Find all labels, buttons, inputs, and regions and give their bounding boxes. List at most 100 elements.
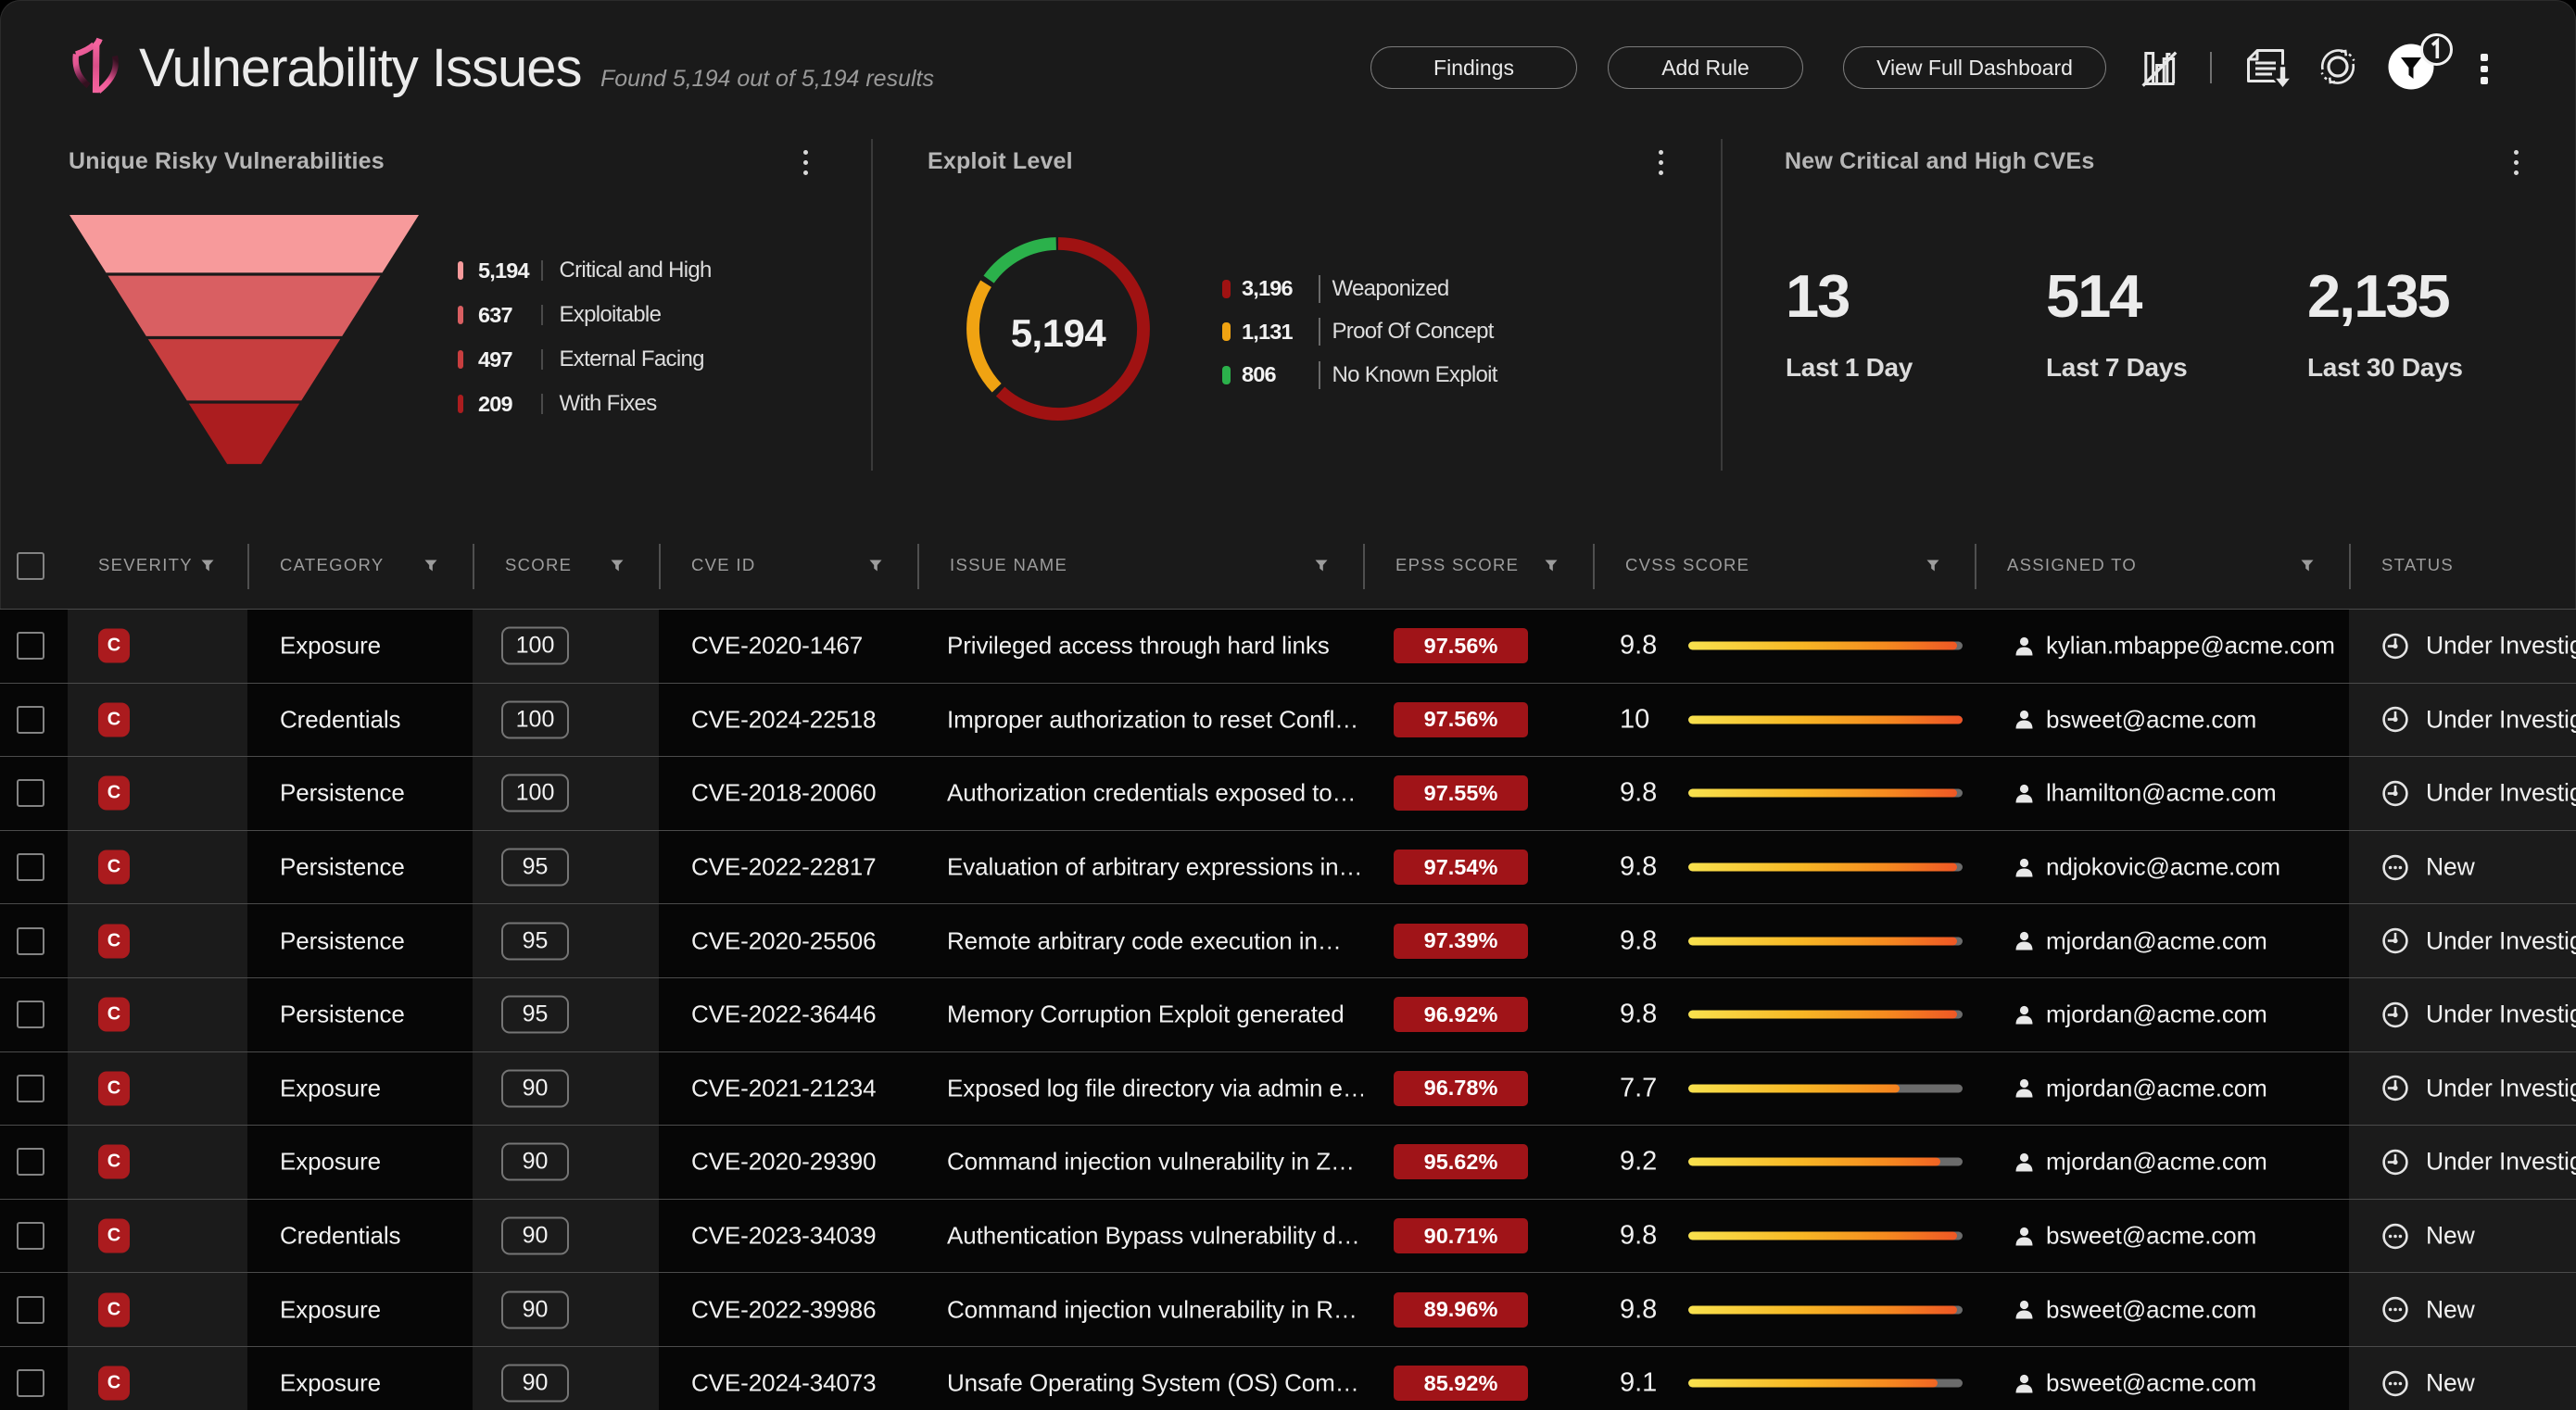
panel-divider: [871, 139, 873, 471]
issue-name-text: Authentication Bypass vulnerability d…: [947, 1222, 1360, 1251]
column-header-issue-name[interactable]: ISSUE NAME: [950, 555, 1067, 575]
assigned-to-text: bsweet@acme.com: [2046, 1369, 2256, 1398]
category-text: Exposure: [280, 1148, 381, 1177]
cve-id-text: CVE-2018-20060: [691, 779, 877, 808]
legend-divider: [541, 394, 543, 414]
column-header-cvss-score[interactable]: CVSS SCORE: [1625, 555, 1749, 575]
cell-epss: 97.39%: [1363, 904, 1593, 977]
sync-icon[interactable]: [2318, 47, 2357, 86]
filter-icon[interactable]: [2388, 31, 2460, 94]
row-checkbox[interactable]: [17, 853, 44, 881]
view-full-dashboard-button[interactable]: View Full Dashboard: [1843, 46, 2106, 89]
legend-value: 209: [478, 392, 541, 417]
findings-button[interactable]: Findings: [1370, 46, 1577, 89]
cell-epss: 89.96%: [1363, 1273, 1593, 1346]
column-header-cve-id[interactable]: CVE ID: [691, 555, 755, 575]
row-checkbox[interactable]: [17, 1001, 44, 1028]
row-checkbox[interactable]: [17, 1148, 44, 1176]
cell-issue_name: Evaluation of arbitrary expressions in…: [917, 831, 1363, 904]
kebab-menu-icon[interactable]: [2477, 50, 2492, 88]
column-header-severity[interactable]: SEVERITY: [98, 555, 193, 575]
column-filter-icon[interactable]: [611, 560, 624, 576]
assigned-to-text: kylian.mbappe@acme.com: [2046, 632, 2335, 661]
column-filter-icon[interactable]: [1926, 560, 1939, 576]
issue-name-text: Authorization credentials exposed to…: [947, 779, 1356, 808]
column-filter-icon[interactable]: [2301, 560, 2314, 576]
column-filter-icon[interactable]: [1315, 560, 1328, 576]
row-checkbox[interactable]: [17, 1075, 44, 1102]
cell-assigned_to: bsweet@acme.com: [1975, 684, 2349, 757]
cell-issue_name: Unsafe Operating System (OS) Com…: [917, 1347, 1363, 1410]
cell-status: Under Investigation: [2349, 1052, 2576, 1126]
column-header-epss-score[interactable]: EPSS SCORE: [1395, 555, 1519, 575]
cell-epss: 97.56%: [1363, 610, 1593, 683]
donut-legend-item: 3,196 Weaponized: [1222, 275, 1449, 303]
cell-epss: 95.62%: [1363, 1126, 1593, 1199]
column-filter-icon[interactable]: [869, 560, 882, 576]
legend-divider: [541, 305, 543, 325]
person-icon: [2014, 1152, 2034, 1172]
row-checkbox[interactable]: [17, 1222, 44, 1250]
legend-marker: [458, 261, 463, 280]
cvss-score-value: 10: [1620, 704, 1649, 735]
chart-disabled-icon[interactable]: [2141, 48, 2178, 87]
column-filter-icon[interactable]: [201, 560, 214, 576]
add-rule-button[interactable]: Add Rule: [1608, 46, 1803, 89]
column-header-score[interactable]: SCORE: [505, 555, 572, 575]
table-row: CExposure100CVE-2020-1467Privileged acce…: [0, 609, 2576, 683]
column-header-assigned-to[interactable]: ASSIGNED TO: [2007, 555, 2137, 575]
category-text: Credentials: [280, 1222, 400, 1251]
row-checkbox[interactable]: [17, 1296, 44, 1324]
column-header-category[interactable]: CATEGORY: [280, 555, 385, 575]
assigned-to-text: mjordan@acme.com: [2046, 1148, 2267, 1177]
column-separator: [247, 544, 249, 589]
table-row: CExposure90CVE-2024-34073Unsafe Operatin…: [0, 1346, 2576, 1410]
stats-panel-kebab-icon[interactable]: [2510, 146, 2522, 179]
cell-assigned_to: mjordan@acme.com: [1975, 978, 2349, 1051]
category-text: Persistence: [280, 853, 405, 882]
cell-category: Persistence: [247, 831, 473, 904]
epss-score-badge: 95.62%: [1394, 1144, 1528, 1179]
donut-legend-item: 1,131Proof Of Concept: [1222, 318, 1494, 346]
legend-value: 3,196: [1242, 276, 1319, 301]
issue-name-text: Memory Corruption Exploit generated: [947, 1001, 1345, 1029]
funnel-panel-kebab-icon[interactable]: [800, 146, 812, 179]
legend-label: With Fixes: [560, 391, 657, 417]
row-checkbox[interactable]: [17, 927, 44, 955]
row-checkbox[interactable]: [17, 779, 44, 807]
funnel-slice: [69, 215, 419, 272]
cell-status: Under Investigation: [2349, 978, 2576, 1051]
cell-cve_id: CVE-2022-22817: [659, 831, 917, 904]
column-filter-icon[interactable]: [424, 560, 437, 576]
cell-assigned_to: mjordan@acme.com: [1975, 1126, 2349, 1199]
status-text: New: [2426, 1222, 2475, 1251]
row-checkbox[interactable]: [17, 1369, 44, 1397]
status-text: New: [2426, 1369, 2475, 1398]
legend-label: Weaponized: [1332, 276, 1449, 302]
legend-label: Exploitable: [560, 302, 662, 328]
funnel-slice: [148, 339, 340, 400]
filter-badge: [2420, 33, 2453, 66]
column-filter-icon[interactable]: [1545, 560, 1558, 576]
column-header-status[interactable]: STATUS: [2381, 555, 2454, 575]
cell-cve_id: CVE-2020-29390: [659, 1126, 917, 1199]
legend-marker: [458, 306, 463, 324]
cvss-score-value: 9.8: [1620, 631, 1657, 661]
cell-status: New: [2349, 1273, 2576, 1346]
export-report-icon[interactable]: [2246, 48, 2292, 91]
cell-issue_name: Authentication Bypass vulnerability d…: [917, 1200, 1363, 1273]
donut-panel-kebab-icon[interactable]: [1655, 146, 1667, 179]
cvss-score-bar: [1688, 715, 1963, 724]
cell-severity: C: [68, 1052, 247, 1126]
row-checkbox[interactable]: [17, 632, 44, 660]
row-checkbox[interactable]: [17, 706, 44, 734]
issues-table: CExposure100CVE-2020-1467Privileged acce…: [0, 609, 2576, 1410]
cell-cve_id: CVE-2022-36446: [659, 978, 917, 1051]
cell-cve_id: CVE-2021-21234: [659, 1052, 917, 1126]
cell-cvss: 9.8: [1593, 831, 1975, 904]
select-all-checkbox[interactable]: [17, 552, 44, 580]
legend-value: 497: [478, 347, 541, 372]
cell-issue_name: Remote arbitrary code execution in…: [917, 904, 1363, 977]
issue-name-text: Remote arbitrary code execution in…: [947, 926, 1342, 955]
cell-epss: 96.92%: [1363, 978, 1593, 1051]
